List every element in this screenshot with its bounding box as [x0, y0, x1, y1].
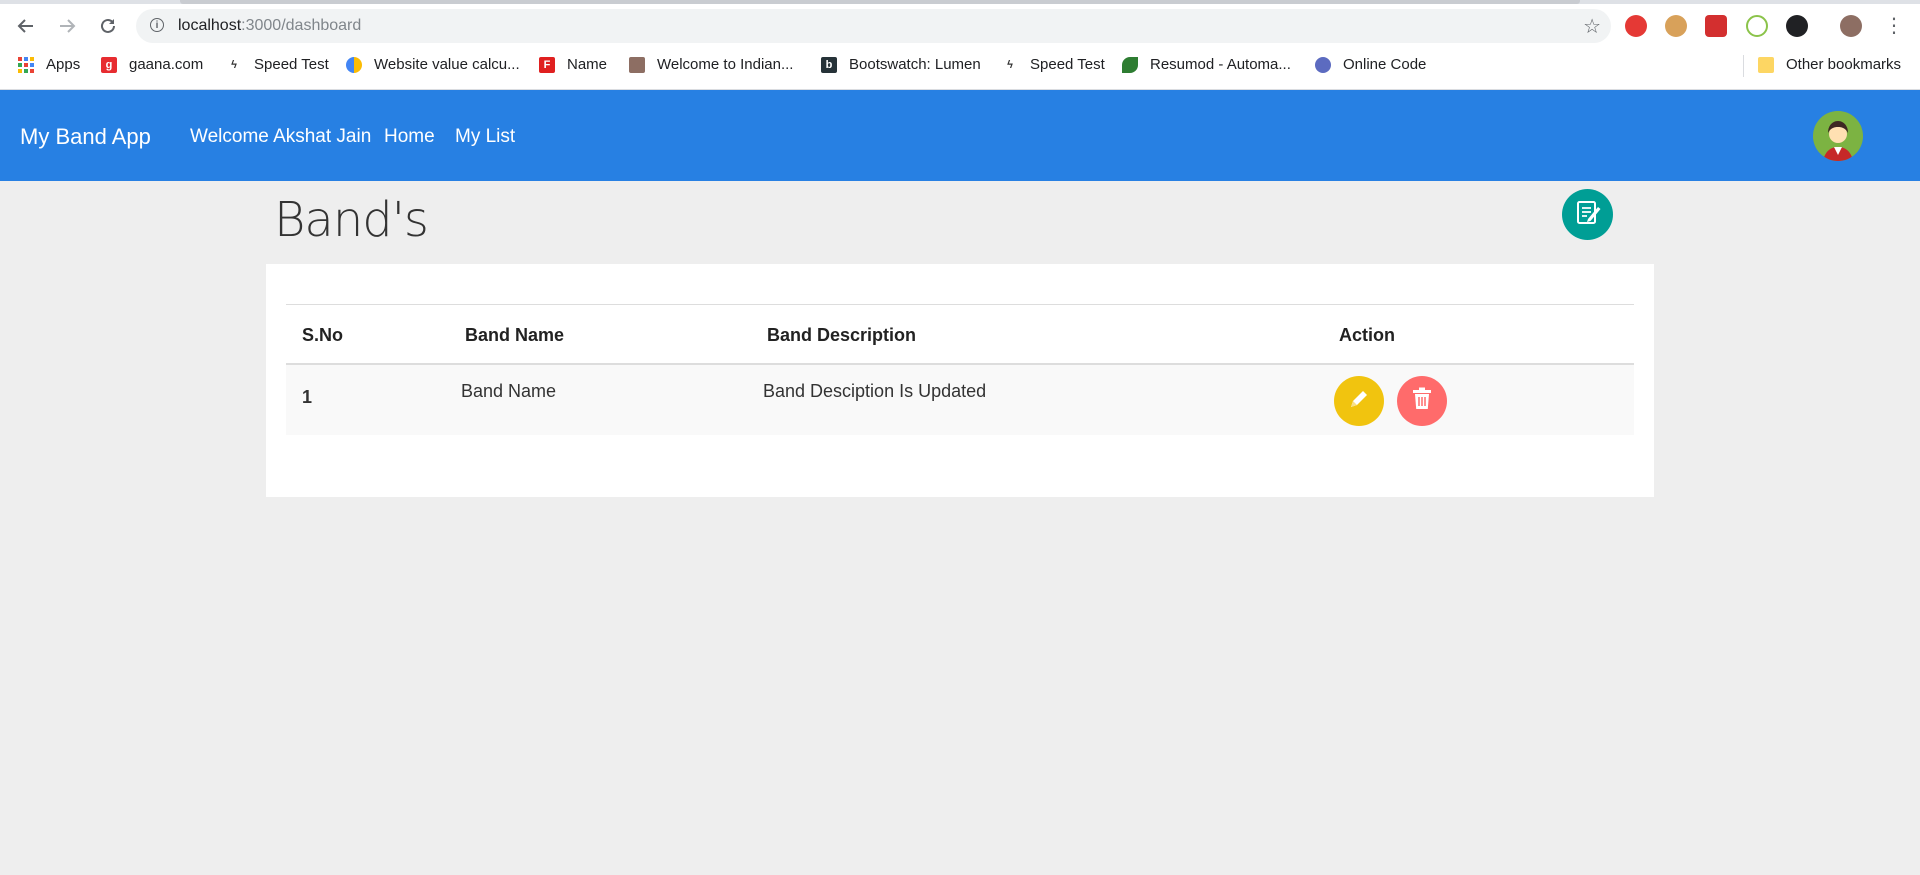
bookmark-name[interactable]: F Name: [539, 56, 607, 73]
add-band-button[interactable]: [1562, 189, 1613, 240]
page-title: Band's: [274, 192, 429, 248]
chrome-menu-icon[interactable]: ⋮: [1884, 12, 1904, 40]
pencil-icon: [1347, 387, 1371, 416]
apps-grid-icon: [18, 56, 34, 73]
cookie-extension-icon[interactable]: [1665, 15, 1687, 37]
edit-button[interactable]: [1334, 376, 1384, 426]
bookmarks-separator: [1743, 55, 1744, 77]
profile-avatar-icon[interactable]: [1840, 15, 1862, 37]
speedtest-icon: ϟ: [231, 58, 237, 71]
cell-sno: 1: [302, 387, 313, 407]
nav-mylist-link[interactable]: My List: [455, 126, 515, 148]
folder-icon: [1758, 56, 1774, 73]
forward-arrow-icon[interactable]: [53, 12, 81, 40]
welcome-user-link[interactable]: Welcome Akshat Jain: [190, 126, 371, 148]
active-tab-indicator: [180, 0, 1580, 4]
search-extension-icon[interactable]: [1786, 15, 1808, 37]
indian-site-icon: [629, 56, 645, 73]
bookmark-apps[interactable]: Apps: [18, 56, 80, 73]
back-arrow-icon[interactable]: [12, 12, 40, 40]
gaana-icon: g: [101, 56, 117, 73]
bookmark-star-icon[interactable]: ☆: [1583, 14, 1601, 39]
bookmark-speed-test-2[interactable]: ϟ Speed Test: [1002, 56, 1105, 73]
bookmark-welcome-indian[interactable]: Welcome to Indian...: [629, 56, 793, 73]
camera-extension-icon[interactable]: [1705, 15, 1727, 37]
nav-home-link[interactable]: Home: [384, 126, 435, 148]
app-navbar: My Band App Welcome Akshat Jain Home My …: [0, 90, 1920, 181]
resumod-icon: [1122, 56, 1138, 73]
header-band-description: Band Description: [767, 325, 917, 345]
header-action: Action: [1339, 325, 1395, 345]
bookmark-other[interactable]: Other bookmarks: [1758, 56, 1901, 73]
reload-icon[interactable]: [94, 12, 122, 40]
trash-icon: [1411, 387, 1433, 416]
cell-band-name: Band Name: [461, 381, 557, 401]
brand-link[interactable]: My Band App: [20, 124, 151, 150]
address-bar[interactable]: i localhost:3000/dashboard ☆: [136, 9, 1611, 43]
bootswatch-icon: b: [821, 56, 837, 73]
speedtest-icon: ϟ: [1007, 58, 1013, 71]
bookmarks-bar: Apps g gaana.com ϟ Speed Test Website va…: [0, 52, 1920, 80]
browser-chrome: i localhost:3000/dashboard ☆ ⋮ Apps g ga…: [0, 0, 1920, 90]
globe-pie-icon: [346, 56, 362, 73]
delete-button[interactable]: [1397, 376, 1447, 426]
bookmark-website-value[interactable]: Website value calcu...: [346, 56, 520, 73]
bookmark-gaana[interactable]: g gaana.com: [101, 56, 203, 73]
bookmark-online-code[interactable]: Online Code: [1315, 56, 1426, 73]
site-info-icon[interactable]: i: [150, 18, 164, 32]
online-code-icon: [1315, 56, 1331, 73]
bookmark-bootswatch[interactable]: b Bootswatch: Lumen: [821, 56, 981, 73]
note-edit-icon: [1573, 197, 1603, 232]
header-sno: S.No: [302, 325, 344, 345]
user-avatar[interactable]: [1813, 111, 1863, 161]
table-row: 1 Band Name Band Desciption Is Updated: [286, 365, 1634, 435]
bands-panel: S.No Band Name Band Description Action 1…: [266, 264, 1654, 497]
f-logo-icon: F: [539, 56, 555, 73]
bookmark-speed-test-1[interactable]: ϟ Speed Test: [226, 56, 329, 73]
adblock-extension-icon[interactable]: [1625, 15, 1647, 37]
url-text: localhost:3000/dashboard: [178, 17, 362, 34]
table-header: S.No Band Name Band Description Action: [286, 304, 1634, 365]
tab-strip: [0, 0, 1920, 4]
bookmark-resumod[interactable]: Resumod - Automa...: [1122, 56, 1291, 73]
bands-table: S.No Band Name Band Description Action 1…: [286, 304, 1634, 435]
header-band-name: Band Name: [465, 325, 565, 345]
nodejs-extension-icon[interactable]: [1746, 15, 1768, 37]
cell-band-description: Band Desciption Is Updated: [763, 381, 987, 401]
